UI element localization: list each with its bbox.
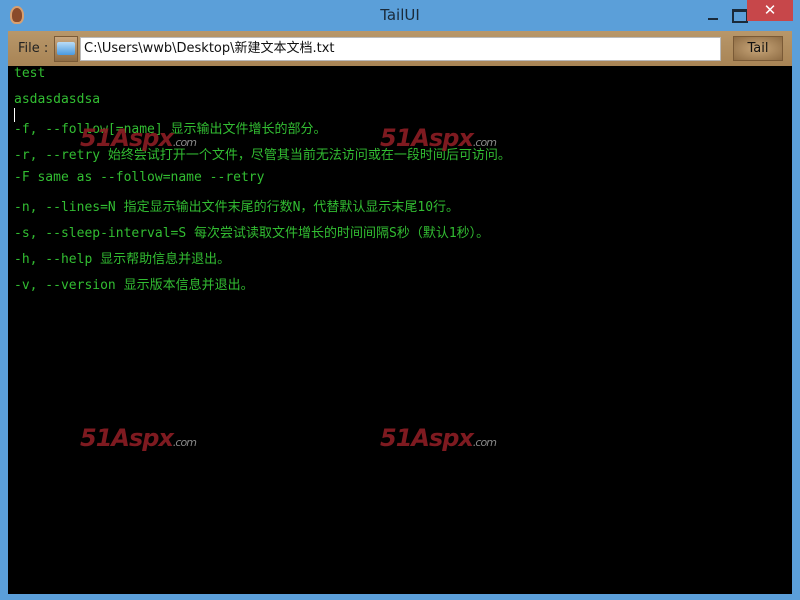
- title-bar: TailUI ✕: [0, 0, 800, 30]
- toolbar: File : C:\Users\wwb\Desktop\新建文本文档.txt T…: [8, 31, 792, 66]
- console-line: -h, --help 显示帮助信息并退出。: [14, 252, 231, 267]
- file-path-input[interactable]: C:\Users\wwb\Desktop\新建文本文档.txt: [80, 37, 721, 61]
- console-line: asdasdasdsa: [14, 92, 101, 107]
- console-line: test: [14, 66, 46, 81]
- console-line: -n, --lines=N 指定显示输出文件末尾的行数N，代替默认显示末尾10行…: [14, 200, 460, 215]
- watermark-logo: 51Aspx.com: [80, 124, 197, 152]
- console-line: -v, --version 显示版本信息并退出。: [14, 278, 254, 293]
- tail-button[interactable]: Tail: [733, 36, 783, 61]
- minimize-button[interactable]: [700, 6, 728, 24]
- console-output[interactable]: test asdasdasdsa -f, --follow[=name] 显示输…: [8, 66, 792, 594]
- console-line: -F same as --follow=name --retry: [14, 170, 265, 185]
- watermark-logo: 51Aspx.com: [380, 124, 497, 152]
- close-button[interactable]: ✕: [747, 0, 793, 21]
- console-line: -s, --sleep-interval=S 每次尝试读取文件增长的时间间隔S秒…: [14, 226, 490, 241]
- file-label: File :: [18, 41, 49, 56]
- watermark-logo: 51Aspx.com: [380, 424, 497, 452]
- watermark-logo: 51Aspx.com: [80, 424, 197, 452]
- window-title: TailUI: [380, 6, 420, 24]
- browse-folder-button[interactable]: [54, 36, 78, 62]
